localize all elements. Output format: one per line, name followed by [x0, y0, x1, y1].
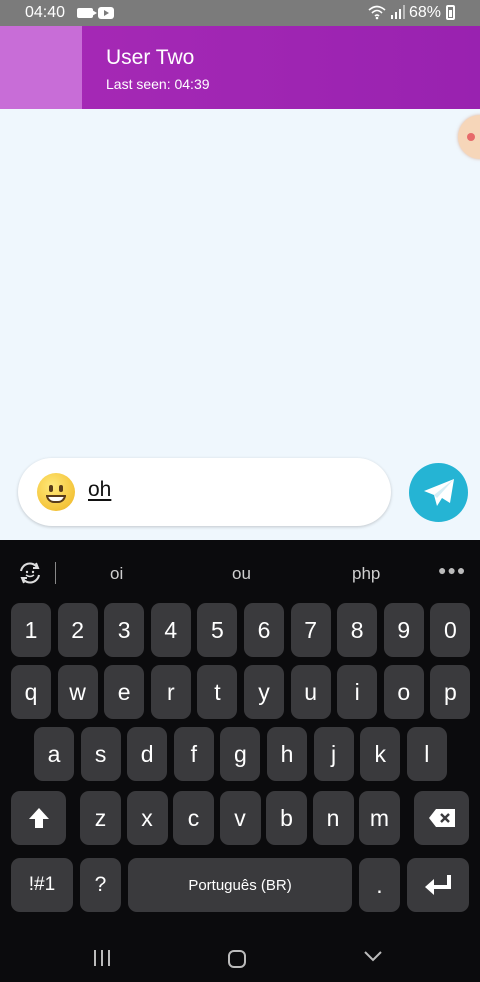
key-d[interactable]: d [127, 727, 168, 781]
youtube-icon [98, 7, 114, 19]
key-digit-7[interactable]: 7 [290, 603, 331, 657]
navigation-bar [0, 920, 480, 982]
keyboard: oi ou php ●●● 1234567890 qwertyuiop asdfgh… [0, 540, 480, 920]
key-o[interactable]: o [383, 665, 424, 719]
suggestion-1[interactable]: oi [110, 564, 123, 584]
status-time: 04:40 [25, 4, 66, 21]
symbols-key[interactable]: !#1 [11, 858, 73, 912]
back-chevron-icon[interactable] [364, 950, 382, 962]
key-v[interactable]: v [219, 791, 261, 845]
suggestion-divider [55, 562, 56, 584]
battery-percentage: 68% [409, 4, 442, 21]
key-digit-3[interactable]: 3 [104, 603, 145, 657]
suggestion-bar: oi ou php ●●● [0, 540, 480, 602]
key-digit-8[interactable]: 8 [337, 603, 378, 657]
signal-icon [391, 5, 405, 19]
grinning-face-icon[interactable] [37, 473, 75, 511]
shift-arrow-icon [28, 808, 49, 828]
key-t[interactable]: t [197, 665, 238, 719]
enter-key[interactable] [407, 858, 469, 912]
last-seen-status: Last seen: 04:39 [106, 76, 210, 92]
contact-name[interactable]: User Two [106, 46, 194, 70]
key-p[interactable]: p [430, 665, 471, 719]
key-a[interactable]: a [34, 727, 74, 781]
key-digit-5[interactable]: 5 [197, 603, 238, 657]
key-f[interactable]: f [173, 727, 214, 781]
video-icon [77, 8, 97, 18]
key-j[interactable]: j [313, 727, 354, 781]
more-options-icon[interactable]: ●●● [438, 562, 466, 578]
key-k[interactable]: k [360, 727, 401, 781]
chat-header: User Two Last seen: 04:39 [0, 26, 480, 109]
key-b[interactable]: b [266, 791, 307, 845]
battery-icon [446, 5, 455, 20]
key-u[interactable]: u [290, 665, 331, 719]
key-m[interactable]: m [359, 791, 400, 845]
recents-icon[interactable] [94, 950, 112, 966]
key-x[interactable]: x [126, 791, 168, 845]
backspace-key[interactable] [414, 791, 469, 845]
key-r[interactable]: r [150, 665, 191, 719]
key-s[interactable]: s [80, 727, 121, 781]
question-key[interactable]: ? [80, 858, 121, 912]
key-g[interactable]: g [220, 727, 261, 781]
suggestion-2[interactable]: ou [232, 564, 251, 584]
key-l[interactable]: l [406, 727, 447, 781]
status-bar: 04:40 68% [0, 0, 480, 26]
key-c[interactable]: c [173, 791, 214, 845]
key-q[interactable]: q [11, 665, 51, 719]
avatar[interactable] [0, 26, 82, 109]
period-key[interactable]: . [359, 858, 400, 912]
send-button[interactable] [409, 463, 468, 522]
shift-key[interactable] [11, 791, 66, 845]
message-input[interactable]: oh [88, 478, 111, 502]
enter-icon [425, 875, 451, 895]
wifi-icon [368, 5, 386, 20]
key-y[interactable]: y [244, 665, 284, 719]
key-e[interactable]: e [104, 665, 145, 719]
key-digit-6[interactable]: 6 [244, 603, 284, 657]
key-digit-0[interactable]: 0 [430, 603, 471, 657]
key-n[interactable]: n [312, 791, 354, 845]
key-w[interactable]: w [57, 665, 98, 719]
key-digit-1[interactable]: 1 [11, 603, 51, 657]
space-key[interactable]: Português (BR) [128, 858, 352, 912]
floating-chat-bubble[interactable] [458, 115, 480, 159]
key-h[interactable]: h [267, 727, 307, 781]
suggestion-3[interactable]: php [352, 564, 380, 584]
key-i[interactable]: i [337, 665, 378, 719]
key-digit-9[interactable]: 9 [383, 603, 424, 657]
clipboard-sync-icon[interactable] [17, 561, 43, 585]
message-composer[interactable]: oh [18, 458, 391, 526]
key-digit-4[interactable]: 4 [150, 603, 191, 657]
paper-plane-icon [424, 479, 454, 506]
message-list[interactable]: oh [0, 109, 480, 540]
home-icon[interactable] [228, 950, 246, 968]
key-z[interactable]: z [80, 791, 121, 845]
key-digit-2[interactable]: 2 [57, 603, 98, 657]
backspace-icon [428, 809, 455, 827]
